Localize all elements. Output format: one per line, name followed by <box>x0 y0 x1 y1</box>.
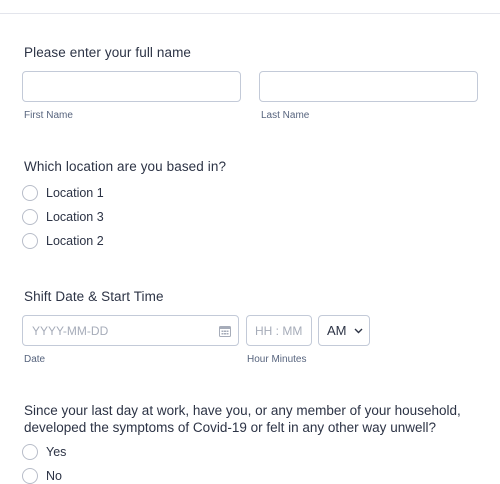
covid-option-no[interactable]: No <box>22 467 62 484</box>
radio-button[interactable] <box>22 444 38 460</box>
radio-button[interactable] <box>22 209 38 225</box>
radio-button[interactable] <box>22 233 38 249</box>
ampm-value: AM <box>327 323 347 338</box>
covid-question: Since your last day at work, have you, o… <box>24 403 461 435</box>
location-label: Which location are you based in? <box>24 159 227 174</box>
first-name-sublabel: First Name <box>24 110 73 121</box>
full-name-label: Please enter your full name <box>24 45 192 60</box>
date-placeholder: YYYY-MM-DD <box>32 324 109 338</box>
date-sublabel: Date <box>24 354 46 365</box>
location-option-2[interactable]: Location 3 <box>22 208 104 226</box>
first-name-input[interactable] <box>22 71 241 102</box>
last-name-sublabel: Last Name <box>261 110 310 121</box>
last-name-input[interactable] <box>259 71 478 102</box>
radio-label: Location 3 <box>46 210 104 224</box>
time-input[interactable]: HH : MM <box>246 315 312 346</box>
shift-label: Shift Date & Start Time <box>24 289 164 304</box>
location-option-3[interactable]: Location 2 <box>22 232 104 250</box>
radio-label: No <box>46 469 62 483</box>
radio-label: Location 2 <box>46 234 104 248</box>
time-sublabel: Hour Minutes <box>247 354 307 365</box>
top-divider <box>0 13 500 14</box>
radio-label: Location 1 <box>46 186 104 200</box>
date-input[interactable]: YYYY-MM-DD <box>22 315 239 346</box>
chevron-down-icon <box>354 328 363 334</box>
ampm-select[interactable]: AM <box>318 315 370 346</box>
radio-button[interactable] <box>22 185 38 201</box>
time-placeholder: HH : MM <box>255 324 303 338</box>
radio-label: Yes <box>46 445 67 459</box>
calendar-icon[interactable] <box>219 325 231 337</box>
covid-option-yes[interactable]: Yes <box>22 443 66 461</box>
radio-button[interactable] <box>22 468 38 484</box>
location-option-1[interactable]: Location 1 <box>22 184 104 202</box>
